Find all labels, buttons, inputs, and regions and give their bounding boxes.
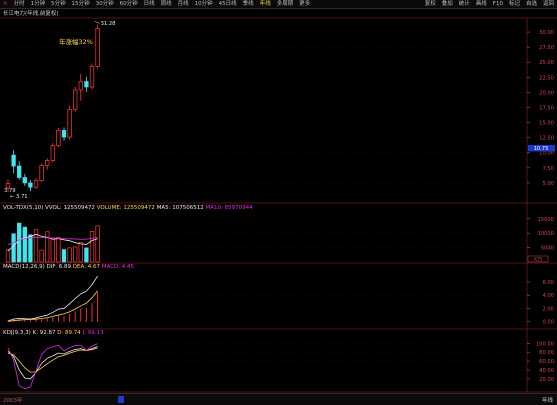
- year-label: 2003年: [3, 398, 23, 404]
- price-axis-label: 22.50: [539, 75, 554, 81]
- high-pointer: [94, 21, 100, 24]
- kdj-k-line: [7, 346, 98, 380]
- volume-bar: [17, 222, 22, 263]
- d-value: D: 89.74: [57, 330, 81, 336]
- volume-bar: [45, 231, 50, 263]
- dif-value: DIF: 6.89: [46, 264, 71, 270]
- volume-unit-label: X万: [534, 257, 542, 263]
- annual-gain-annotation: 年涨幅32%: [59, 37, 93, 46]
- volume-bar: [78, 242, 83, 263]
- volume-axis-label: 5000: [541, 246, 554, 252]
- macd-panel[interactable]: 6.00 4.00 2.00 0.00: [4, 275, 554, 326]
- candle-body: [39, 165, 44, 181]
- macd-axis-label: 2.00: [542, 306, 554, 312]
- candle-body: [45, 160, 50, 166]
- ma10-value: MA10: 85970944: [205, 205, 253, 211]
- k-value: K: 92.87: [32, 330, 56, 336]
- candle-body: [61, 130, 67, 138]
- candle-body: [67, 108, 72, 138]
- period-label: 年线: [541, 398, 553, 404]
- price-axis-label: 17.50: [539, 105, 554, 111]
- volume-axis-label: 15000: [537, 217, 554, 223]
- candle-body: [78, 81, 83, 91]
- volume-bar: [5, 249, 11, 263]
- price-panel[interactable]: 30.00 27.50 25.00 22.50 20.00 17.50 15.00 12.50…: [4, 21, 555, 200]
- volume-bar: [89, 231, 95, 263]
- macd-legend: MACD(12,26,9) DIF: 6.89 DEA: 4.67 MACD: …: [3, 264, 134, 271]
- kdj-axis-label: 100.00: [536, 341, 554, 347]
- volume-bar: [61, 249, 67, 263]
- candle-body: [11, 154, 16, 167]
- candle-body: [33, 180, 39, 188]
- volume-indicator-name: VOL-TDX(5,10): [3, 205, 44, 211]
- kdj-legend: KDJ(9,3,3) K: 92.87 D: 89.74 J: 99.13: [3, 330, 104, 337]
- kdj-axis-label: 80.00: [539, 350, 554, 356]
- volume-bar: [11, 233, 16, 263]
- j-value: J: 99.13: [82, 330, 104, 336]
- price-axis-label: 15.00: [539, 121, 554, 127]
- volume-bar: [95, 225, 100, 263]
- kdj-axis-label: 60.00: [539, 359, 554, 365]
- volume-bar: [67, 247, 72, 263]
- volume-axis-label: 10000: [537, 231, 554, 237]
- macd-value: MACD: 4.45: [101, 264, 135, 270]
- price-axis-label: 27.50: [539, 45, 554, 51]
- volume-bar: [22, 226, 27, 263]
- macd-axis-label: 6.00: [542, 280, 554, 286]
- price-axis-label: 25.00: [539, 60, 554, 66]
- volume-panel[interactable]: 15000 10000 5000 X万: [4, 217, 554, 263]
- kdj-indicator-name: KDJ(9,3,3): [3, 330, 31, 336]
- price-axis-label: 7.50: [542, 166, 554, 172]
- macd-axis-label: 4.00: [542, 293, 554, 299]
- time-axis-bar: 2003年 年线: [0, 393, 557, 405]
- high-price-label: 31.28: [101, 21, 116, 27]
- volume-bar: [50, 237, 55, 263]
- candle-body: [28, 182, 33, 188]
- price-axis-label: 12.50: [539, 136, 554, 142]
- macd-axis-label: 0.00: [542, 320, 554, 326]
- volume-bar: [73, 246, 78, 263]
- low-price-label: ← 3.71: [10, 194, 28, 200]
- kdj-panel[interactable]: 100.00 80.00 60.00 40.00 20.00: [4, 341, 554, 390]
- kdj-axis-label: 20.00: [539, 377, 554, 383]
- volume-bar: [56, 236, 61, 263]
- kdj-axis-label: 40.00: [539, 368, 554, 374]
- candle-body: [95, 28, 100, 67]
- price-axis-label: 20.00: [539, 90, 554, 96]
- kdj-d-line: [7, 347, 98, 373]
- price-axis-label: 5.00: [542, 181, 554, 187]
- volume-legend: VOL-TDX(5,10) VVOL: 125509472 VOLUME: 12…: [3, 205, 253, 212]
- macd-indicator-name: MACD(12,26,9): [3, 264, 45, 270]
- price-axis-label: 30.00: [539, 30, 554, 36]
- volume-bar: [39, 249, 44, 263]
- candle-body: [50, 145, 55, 161]
- candle-body: [56, 130, 61, 146]
- volume-bar: [84, 247, 89, 263]
- candle-body: [22, 177, 27, 184]
- volume-bar: [28, 234, 33, 263]
- current-price-value: 10.75: [534, 146, 549, 152]
- vvol-value: VVOL: 125509472: [45, 205, 96, 211]
- ma5-value: MA5: 107506512: [156, 205, 204, 211]
- candle-body: [17, 165, 22, 178]
- candle-body: [73, 89, 78, 110]
- dea-value: DEA: 4.67: [72, 264, 100, 270]
- volume-value: VOLUME: 125509472: [96, 205, 155, 211]
- candle-body: [89, 66, 95, 88]
- candle-body: [84, 81, 89, 88]
- scroll-thumb[interactable]: [118, 396, 124, 403]
- macd-dif-line: [7, 275, 98, 322]
